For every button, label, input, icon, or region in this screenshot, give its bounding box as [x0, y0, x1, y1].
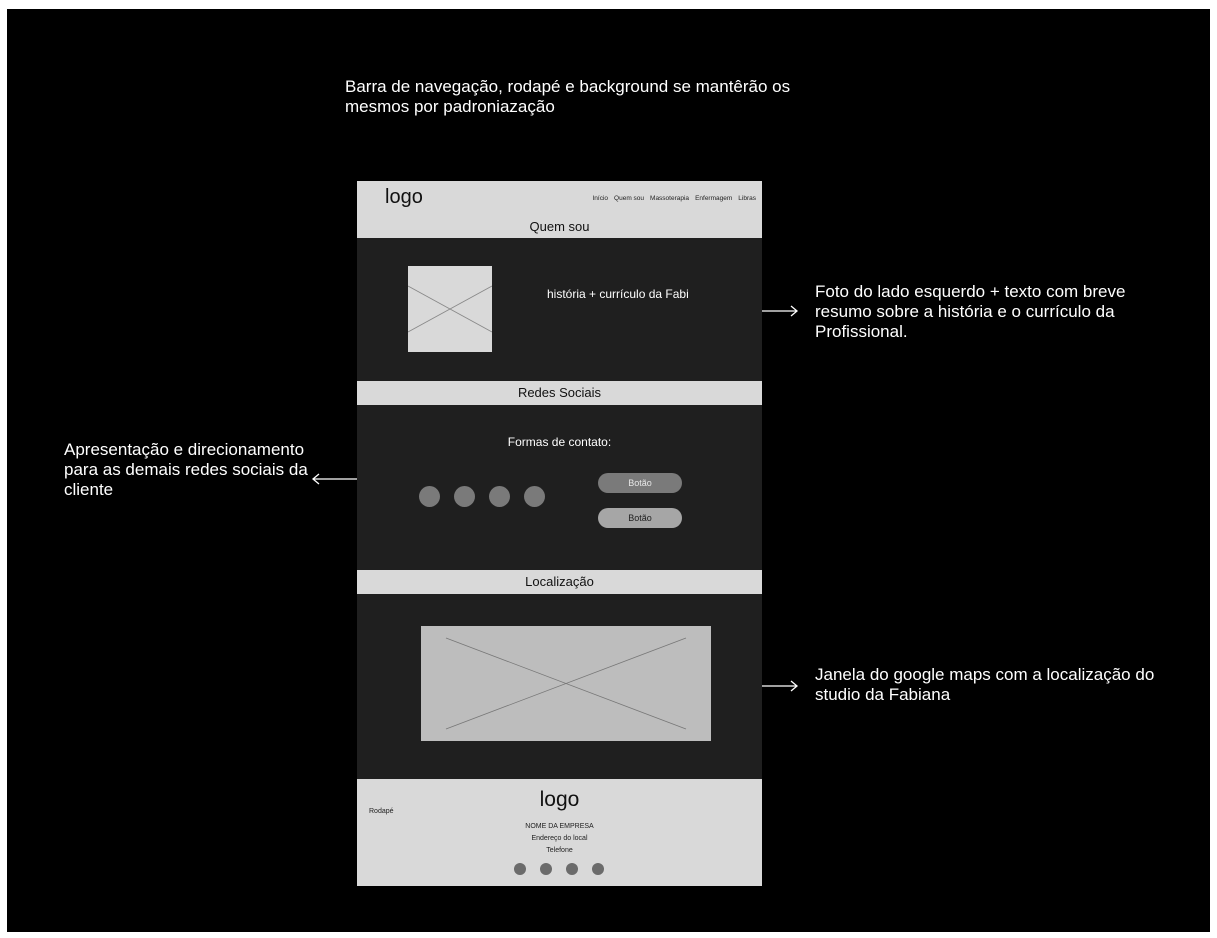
nav-link-massoterapia[interactable]: Massoterapia [650, 195, 689, 202]
social-icon[interactable] [419, 486, 440, 507]
arrow-left-icon [311, 473, 357, 485]
social-icon[interactable] [524, 486, 545, 507]
photo-placeholder [408, 266, 492, 352]
logo[interactable]: logo [385, 186, 423, 209]
section-title-localizacao: Localização [357, 570, 762, 594]
social-icon[interactable] [540, 863, 552, 875]
map-placeholder[interactable] [421, 626, 711, 741]
section-title-quem-sou: Quem sou [529, 219, 590, 234]
footer-company: NOME DA EMPRESA [525, 823, 594, 830]
nav-link-libras[interactable]: Libras [738, 195, 756, 202]
social-icon[interactable] [489, 486, 510, 507]
footer-info: NOME DA EMPRESA Endereço do local Telefo… [357, 821, 762, 857]
social-icon[interactable] [566, 863, 578, 875]
social-icon[interactable] [592, 863, 604, 875]
footer-social-icons [514, 863, 604, 875]
nav-link-enfermagem[interactable]: Enfermagem [695, 195, 732, 202]
footer-address: Endereço do local [531, 835, 588, 842]
section-title-redes-sociais: Redes Sociais [357, 381, 762, 405]
nav-link-inicio[interactable]: Início [592, 195, 608, 202]
annotation-top: Barra de navegação, rodapé e background … [345, 77, 791, 116]
annotation-map: Janela do google maps com a localização … [815, 665, 1155, 704]
contact-heading: Formas de contato: [507, 435, 612, 449]
diagram-canvas: Barra de navegação, rodapé e background … [7, 9, 1210, 932]
contact-button-2[interactable]: Botão [598, 508, 682, 528]
social-icons [419, 486, 545, 507]
wireframe-page: logo Início Quem sou Massoterapia Enferm… [357, 181, 762, 886]
nav-links: Início Quem sou Massoterapia Enfermagem … [592, 195, 756, 202]
footer-phone: Telefone [546, 847, 573, 854]
footer: Rodapé logo NOME DA EMPRESA Endereço do … [357, 779, 762, 886]
annotation-about: Foto do lado esquerdo + texto com breve … [815, 282, 1126, 341]
about-text: história + currículo da Fabi [547, 287, 689, 301]
nav-link-quem-sou[interactable]: Quem sou [614, 195, 644, 202]
annotation-social: Apresentação e direcionamento para as de… [64, 440, 308, 499]
footer-logo[interactable]: logo [357, 788, 762, 812]
social-icon[interactable] [454, 486, 475, 507]
contact-button-1[interactable]: Botão [598, 473, 682, 493]
navbar: logo Início Quem sou Massoterapia Enferm… [357, 181, 762, 238]
social-icon[interactable] [514, 863, 526, 875]
image-placeholder-icon [445, 637, 687, 730]
image-placeholder-icon [408, 285, 492, 333]
